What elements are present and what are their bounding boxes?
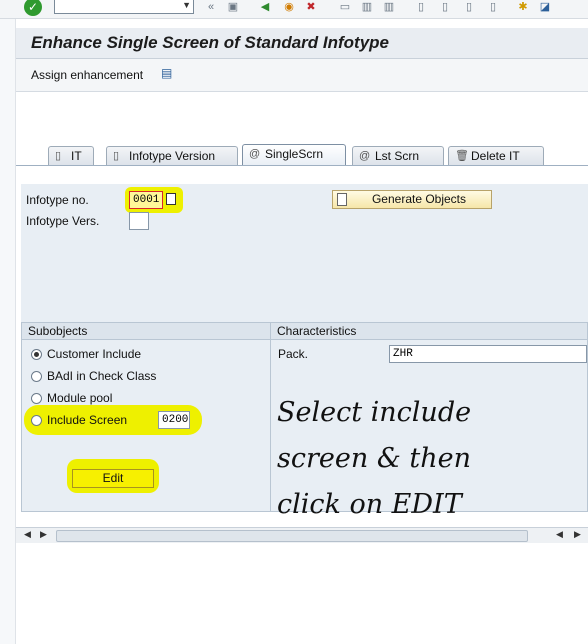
back-icon[interactable]: ◀ [258, 0, 272, 14]
assign-enhancement-button[interactable]: Assign enhancement [31, 68, 143, 82]
find-icon[interactable]: ▥ [360, 0, 374, 14]
scroll-right-icon[interactable]: ▶ [40, 529, 47, 540]
include-screen-label: Include Screen [47, 413, 128, 427]
generate-objects-button[interactable]: Generate Objects [332, 190, 492, 209]
edit-button[interactable]: Edit [72, 469, 154, 488]
new-session-icon[interactable]: ✱ [516, 0, 530, 14]
radio-badi-check-class[interactable] [31, 371, 42, 382]
value-help-icon[interactable] [166, 193, 176, 205]
previous-page-icon[interactable]: ▯ [438, 0, 452, 14]
spiral-icon: @ [249, 148, 261, 160]
spiral-icon: @ [359, 150, 371, 162]
tab-label: IT [71, 149, 82, 163]
radio-module-pool[interactable] [31, 393, 42, 404]
infotype-no-field[interactable]: 0001 [129, 191, 163, 209]
enter-icon[interactable]: ✓ [24, 0, 42, 16]
tab-label: SingleScrn [265, 147, 324, 161]
tab-label: Delete IT [471, 149, 520, 163]
annotation-line-1: Select include [277, 397, 472, 428]
save-icon[interactable]: ▣ [226, 0, 240, 14]
last-page-icon[interactable]: ▯ [486, 0, 500, 14]
trash-icon: 🗑 [455, 150, 469, 162]
infotype-vers-field[interactable] [129, 212, 149, 230]
subobjects-heading: Subobjects [22, 323, 270, 340]
module-pool-label: Module pool [47, 391, 113, 405]
cancel-icon[interactable]: ✖ [304, 0, 318, 14]
page-title: Enhance Single Screen of Standard Infoty… [31, 33, 390, 52]
tab-lst-scrn[interactable]: @ Lst Scrn [352, 146, 444, 165]
scroll-left-icon[interactable]: ◀ [24, 529, 31, 540]
scroll-left-icon[interactable]: ◀ [556, 529, 563, 540]
system-toolbar: ✓ ▼ « ▣ ◀ ◉ ✖ ▭ ▥ ▥ ▯ ▯ ▯ ▯ ✱ ◪ [0, 0, 588, 19]
annotation-line-3: click on EDIT [277, 489, 462, 520]
tab-infotype-version[interactable]: ▯ Infotype Version [106, 146, 238, 165]
subobjects-group: Subobjects Customer Include BAdI in Chec… [21, 322, 271, 512]
find-next-icon[interactable]: ▥ [382, 0, 396, 14]
double-chevron-left-icon[interactable]: « [204, 0, 218, 14]
tab-label: Lst Scrn [375, 149, 420, 163]
tab-it[interactable]: ▯ IT [48, 146, 94, 165]
print-icon[interactable]: ▭ [338, 0, 352, 14]
include-screen-field[interactable]: 0200 [158, 411, 190, 429]
infotype-no-label: Infotype no. [26, 193, 89, 207]
characteristics-heading: Characteristics [271, 323, 587, 340]
scroll-right-icon[interactable]: ▶ [574, 529, 581, 540]
pack-label: Pack. [278, 347, 309, 361]
application-toolbar: Assign enhancement ▤ [16, 59, 588, 92]
pack-field[interactable]: ZHR [389, 345, 587, 363]
chevron-down-icon[interactable]: ▼ [182, 0, 191, 13]
customer-include-label: Customer Include [47, 347, 142, 361]
annotation-line-2: screen & then [277, 443, 472, 474]
radio-customer-include[interactable] [31, 349, 42, 360]
document-icon [337, 193, 347, 206]
tab-strip: ▯ IT ▯ Infotype Version @ SingleScrn @ L… [16, 144, 588, 166]
command-field[interactable]: ▼ [54, 0, 194, 14]
document-icon: ▯ [113, 150, 120, 162]
tab-delete-it[interactable]: 🗑 Delete IT [448, 146, 544, 165]
document-icon: ▯ [55, 150, 62, 162]
badi-check-class-label: BAdI in Check Class [47, 369, 157, 383]
first-page-icon[interactable]: ▯ [414, 0, 428, 14]
header-area: Infotype no. 0001 Infotype Vers. Generat… [21, 184, 588, 322]
tab-singlescrn[interactable]: @ SingleScrn [242, 144, 346, 166]
horizontal-scrollbar[interactable]: ◀ ▶ ◀ ▶ [16, 527, 588, 543]
generate-objects-label: Generate Objects [371, 192, 467, 206]
handwritten-annotation: Select include screen & then click on ED… [277, 390, 577, 528]
tab-label: Infotype Version [129, 149, 216, 163]
scrollbar-thumb[interactable] [56, 530, 528, 542]
left-rail [0, 19, 16, 644]
shortcut-icon[interactable]: ◪ [538, 0, 552, 14]
title-bar: Enhance Single Screen of Standard Infoty… [16, 28, 588, 59]
infotype-vers-label: Infotype Vers. [26, 214, 100, 228]
enhancement-icon[interactable]: ▤ [161, 67, 175, 80]
exit-icon[interactable]: ◉ [282, 0, 296, 14]
radio-include-screen[interactable] [31, 415, 42, 426]
next-page-icon[interactable]: ▯ [462, 0, 476, 14]
